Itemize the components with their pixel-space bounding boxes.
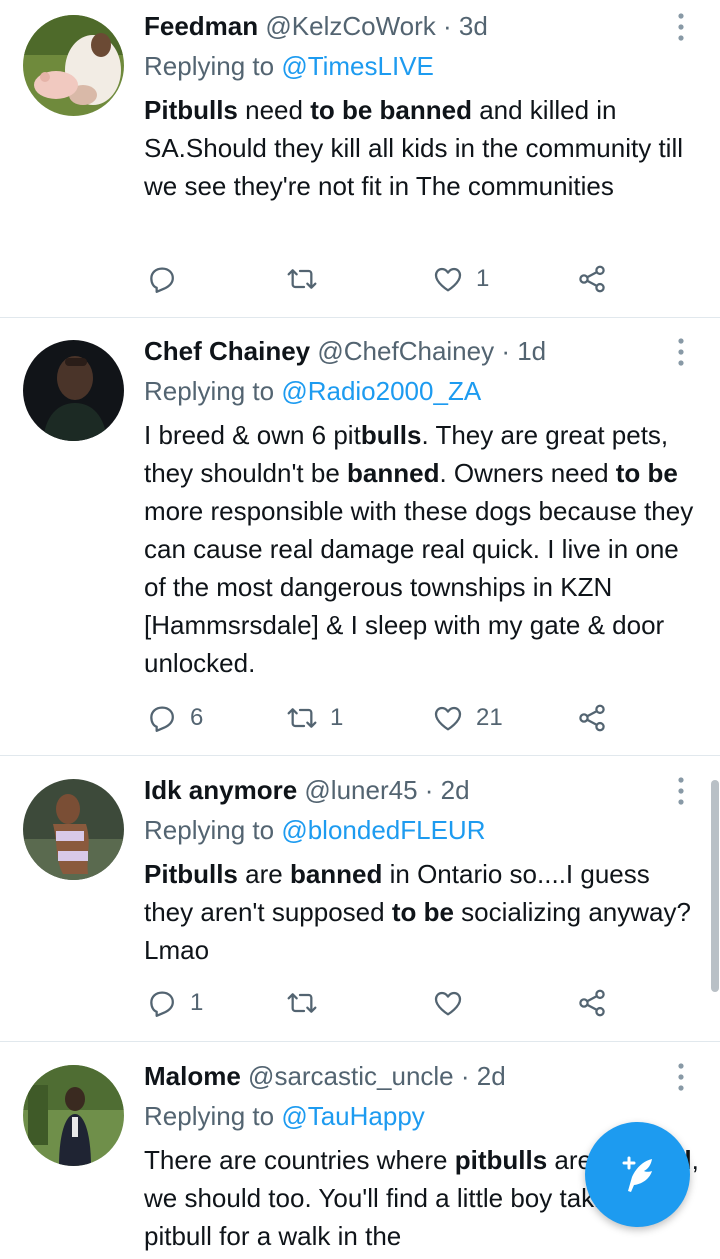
reply-count: 1 [190, 989, 204, 1016]
tweet-actions: 6 1 21 [144, 698, 624, 738]
replying-to-mention[interactable]: @blondedFLEUR [281, 815, 485, 845]
more-vertical-icon[interactable] [671, 1060, 691, 1094]
display-name[interactable]: Feedman [144, 11, 258, 41]
replying-to: Replying to @TimesLIVE [144, 50, 434, 82]
tweet-item[interactable]: Idk anymore @luner45 · 2d Replying to @b… [0, 756, 720, 1042]
like-button[interactable] [432, 983, 476, 1023]
avatar[interactable] [23, 15, 124, 116]
share-button[interactable] [576, 698, 608, 738]
replying-prefix: Replying to [144, 815, 282, 845]
reply-icon [150, 267, 174, 293]
timestamp[interactable]: 3d [459, 11, 488, 41]
heart-icon [434, 991, 462, 1016]
handle[interactable]: @sarcastic_uncle [248, 1061, 454, 1091]
replying-prefix: Replying to [144, 1101, 282, 1131]
retweet-button[interactable]: 1 [286, 698, 343, 738]
highlighted-keyword: bulls [360, 420, 422, 450]
display-name[interactable]: Idk anymore [144, 775, 297, 805]
avatar[interactable] [23, 779, 124, 880]
tweet-text-run: more responsible with these dogs because… [144, 496, 694, 678]
reply-button[interactable]: 1 [146, 983, 203, 1023]
dot-separator: · [453, 1061, 477, 1091]
retweet-icon [287, 993, 317, 1013]
replying-to: Replying to @Radio2000_ZA [144, 375, 481, 407]
share-button[interactable] [576, 983, 608, 1023]
tweet-text: Pitbulls need to be banned and killed in… [144, 91, 704, 205]
reply-count: 6 [190, 704, 204, 731]
tweet-text: I breed & own 6 pitbulls. They are great… [144, 416, 704, 682]
like-count: 21 [476, 704, 503, 731]
replying-to: Replying to @blondedFLEUR [144, 814, 485, 846]
tweet-text-run: I breed & own 6 pit [144, 420, 361, 450]
timestamp[interactable]: 1d [517, 336, 546, 366]
replying-to-mention[interactable]: @Radio2000_ZA [281, 376, 481, 406]
reply-button[interactable] [146, 259, 190, 299]
highlighted-keyword: banned [347, 458, 440, 488]
timestamp[interactable]: 2d [477, 1061, 506, 1091]
retweet-icon [287, 708, 317, 728]
like-button[interactable]: 21 [432, 698, 503, 738]
retweet-count: 1 [330, 704, 344, 731]
timestamp[interactable]: 2d [441, 775, 470, 805]
compose-tweet-button[interactable] [585, 1122, 690, 1227]
display-name[interactable]: Malome [144, 1061, 241, 1091]
replying-prefix: Replying to [144, 51, 282, 81]
retweet-icon [287, 269, 317, 289]
highlighted-keyword: to be [391, 897, 454, 927]
retweet-button[interactable] [286, 983, 330, 1023]
tweet-text-run: need [237, 95, 311, 125]
handle[interactable]: @luner45 [304, 775, 417, 805]
replying-to-mention[interactable]: @TauHappy [281, 1101, 424, 1131]
dot-separator: · [494, 336, 518, 366]
tweet-text-run: There are countries where [144, 1145, 455, 1175]
highlighted-keyword: to be [615, 458, 678, 488]
tweet-item[interactable]: Feedman @KelzCoWork · 3d Replying to @Ti… [0, 0, 720, 318]
retweet-button[interactable] [286, 259, 330, 299]
handle[interactable]: @KelzCoWork [265, 11, 435, 41]
reply-icon [150, 991, 174, 1017]
more-vertical-icon[interactable] [671, 10, 691, 44]
display-name[interactable]: Chef Chainey [144, 336, 310, 366]
heart-icon [434, 706, 462, 731]
handle[interactable]: @ChefChainey [317, 336, 494, 366]
heart-icon [434, 267, 462, 292]
dot-separator: · [435, 11, 459, 41]
tweet-actions: 1 [144, 983, 624, 1023]
highlighted-keyword: to be banned [310, 95, 472, 125]
replying-to: Replying to @TauHappy [144, 1100, 425, 1132]
more-vertical-icon[interactable] [671, 774, 691, 808]
replying-prefix: Replying to [144, 376, 282, 406]
avatar[interactable] [23, 1065, 124, 1166]
reply-button[interactable]: 6 [146, 698, 203, 738]
more-vertical-icon[interactable] [671, 335, 691, 369]
like-button[interactable]: 1 [432, 259, 489, 299]
highlighted-keyword: Pitbulls [144, 859, 238, 889]
tweet-text-run: . Owners need [439, 458, 616, 488]
share-icon [579, 989, 605, 1017]
reply-icon [150, 706, 174, 732]
share-icon [579, 265, 605, 293]
share-icon [579, 704, 605, 732]
like-count: 1 [476, 265, 490, 292]
dot-separator: · [417, 775, 441, 805]
tweet-text-run: are [237, 859, 290, 889]
tweet-actions: 1 [144, 259, 624, 299]
tweet-item[interactable]: Chef Chainey @ChefChainey · 1d Replying … [0, 318, 720, 756]
share-button[interactable] [576, 259, 608, 299]
replying-to-mention[interactable]: @TimesLIVE [281, 51, 434, 81]
highlighted-keyword: pitbulls [454, 1145, 548, 1175]
compose-tweet-icon [622, 1156, 652, 1192]
highlighted-keyword: Pitbulls [144, 95, 238, 125]
scrollbar-thumb[interactable] [711, 780, 719, 992]
avatar[interactable] [23, 340, 124, 441]
tweet-text: Pitbulls are banned in Ontario so....I g… [144, 855, 704, 969]
highlighted-keyword: banned [289, 859, 383, 889]
